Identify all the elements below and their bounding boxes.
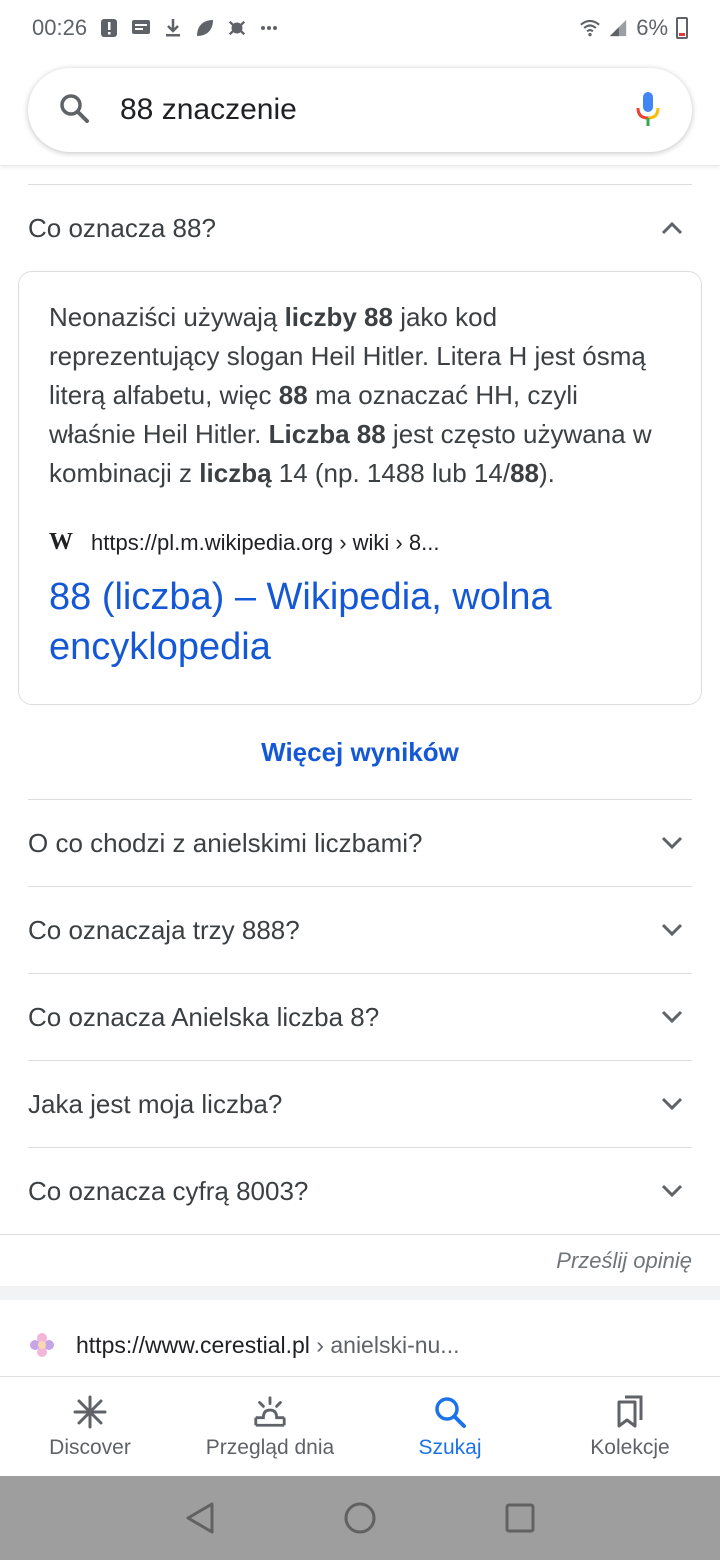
nav-search[interactable]: Szukaj xyxy=(360,1377,540,1476)
answer-text-segment: ). xyxy=(538,458,555,488)
faq-question[interactable]: Co oznacza Anielska liczba 8? xyxy=(0,974,720,1060)
bookmarks-icon xyxy=(612,1394,648,1430)
search-query[interactable]: 88 znaczenie xyxy=(120,93,634,127)
chevron-down-icon[interactable] xyxy=(660,1092,684,1116)
faq-question-label: Co oznacza 88? xyxy=(28,212,216,243)
site-favicon-icon xyxy=(28,1331,56,1359)
search-icon xyxy=(432,1394,468,1430)
answer-bold-text: Liczba 88 xyxy=(268,419,386,449)
search-input[interactable]: 88 znaczenie xyxy=(28,68,692,152)
chevron-down-icon[interactable] xyxy=(660,1179,684,1203)
asterisk-icon xyxy=(72,1394,108,1430)
more-results-button[interactable]: Więcej wyników xyxy=(0,705,720,799)
nav-daily-overview[interactable]: Przegląd dnia xyxy=(180,1377,360,1476)
download-icon xyxy=(163,18,183,38)
nav-label: Discover xyxy=(49,1435,131,1459)
answer-bold-text: 88 xyxy=(278,380,308,410)
next-result-domain[interactable]: https://www.cerestial.pl xyxy=(76,1332,310,1358)
search-icon[interactable] xyxy=(58,92,90,129)
system-navigation-bar xyxy=(0,1476,720,1560)
nav-label: Przegląd dnia xyxy=(205,1435,335,1459)
faq-question[interactable]: O co chodzi z anielskimi liczbami? xyxy=(0,800,720,886)
sunrise-icon xyxy=(252,1394,288,1430)
microphone-icon[interactable] xyxy=(634,90,662,130)
next-result-path: › anielski-nu... xyxy=(309,1331,460,1358)
battery-icon xyxy=(676,17,688,39)
recents-icon[interactable] xyxy=(502,1500,538,1536)
alert-icon xyxy=(99,18,119,38)
status-bar: 00:26 6% xyxy=(0,0,720,56)
faq-question-expanded[interactable]: Co oznacza 88? xyxy=(0,185,720,271)
nav-label: Szukaj xyxy=(418,1435,482,1459)
nav-label: Kolekcje xyxy=(590,1435,670,1459)
answer-bold-text: liczby 88 xyxy=(284,302,393,332)
status-time: 00:26 xyxy=(32,15,88,40)
people-also-ask: Co oznacza 88? Neonaziści używają liczby… xyxy=(0,166,720,1390)
faq-question[interactable]: Co oznaczaja trzy 888? xyxy=(0,887,720,973)
nav-collections[interactable]: Kolekcje xyxy=(540,1377,720,1476)
source-row[interactable]: W https://pl.m.wikipedia.org › wiki › 8.… xyxy=(49,529,671,556)
search-header: 88 znaczenie xyxy=(0,56,720,166)
leaf-icon xyxy=(195,18,215,38)
nav-discover[interactable]: Discover xyxy=(0,1377,180,1476)
answer-bold-text: liczbą xyxy=(199,458,272,488)
answer-card: Neonaziści używają liczby 88 jako kod re… xyxy=(18,271,702,705)
app-icon xyxy=(227,18,247,38)
answer-snippet: Neonaziści używają liczby 88 jako kod re… xyxy=(49,298,671,493)
wikipedia-icon: W xyxy=(49,529,73,555)
chevron-down-icon[interactable] xyxy=(660,918,684,942)
faq-question[interactable]: Jaka jest moja liczba? xyxy=(0,1061,720,1147)
home-icon[interactable] xyxy=(342,1500,378,1536)
chevron-up-icon[interactable] xyxy=(660,216,684,240)
other-questions-list: O co chodzi z anielskimi liczbami? Co ozn… xyxy=(0,799,720,1234)
faq-question-label: Co oznacza Anielska liczba 8? xyxy=(28,1001,380,1032)
signal-icon xyxy=(608,18,628,38)
chevron-down-icon[interactable] xyxy=(660,831,684,855)
back-icon[interactable] xyxy=(182,1500,218,1536)
result-title-link[interactable]: 88 (liczba) – Wikipedia, wolna encyklope… xyxy=(49,572,671,672)
faq-question-label: Jaka jest moja liczba? xyxy=(28,1088,283,1119)
faq-question-label: Co oznaczaja trzy 888? xyxy=(28,914,300,945)
bottom-navigation: Discover Przegląd dnia Szukaj Kolekcje xyxy=(0,1376,720,1476)
answer-bold-text: 88 xyxy=(510,458,539,488)
more-notifications-icon xyxy=(259,18,279,38)
wifi-icon xyxy=(580,18,601,38)
answer-text-segment: 14 (np. 1488 lub 14/ xyxy=(271,458,511,488)
source-url[interactable]: https://pl.m.wikipedia.org › wiki › 8... xyxy=(91,530,439,556)
feedback-link[interactable]: Prześlij opinię xyxy=(0,1234,720,1286)
answer-text-segment: Neonaziści używają xyxy=(49,302,285,332)
faq-question-label: O co chodzi z anielskimi liczbami? xyxy=(28,827,423,858)
faq-question-label: Co oznacza cyfrą 8003? xyxy=(28,1175,309,1206)
battery-percent: 6% xyxy=(636,15,668,40)
message-icon xyxy=(131,18,151,38)
section-separator xyxy=(0,1286,720,1300)
chevron-down-icon[interactable] xyxy=(660,1005,684,1029)
faq-question[interactable]: Co oznacza cyfrą 8003? xyxy=(0,1148,720,1234)
